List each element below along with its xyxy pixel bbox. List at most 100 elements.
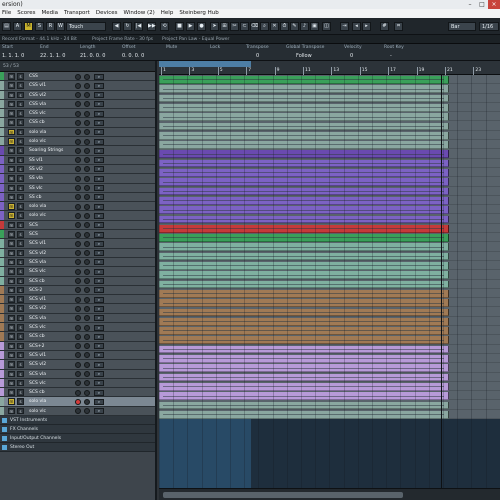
track-name[interactable]: CSS vl2 (29, 91, 46, 100)
info-root-key-value[interactable]: - (390, 53, 392, 59)
track-name[interactable]: SCS vlc (29, 379, 46, 388)
record-enable-icon[interactable] (75, 194, 81, 201)
track-name[interactable]: SCS (29, 230, 38, 239)
record-enable-icon[interactable] (75, 250, 81, 257)
track-row[interactable]: m s CSS vla e (0, 99, 155, 110)
folder-track[interactable]: Stereo Out (0, 442, 155, 452)
monitor-icon[interactable] (84, 73, 90, 80)
record-enable-icon[interactable] (75, 352, 81, 359)
track-name[interactable]: solo vlc (29, 211, 46, 220)
track-name[interactable]: CSS (29, 72, 38, 81)
track-row[interactable]: m s CSS e (0, 72, 155, 82)
edit-instrument-button[interactable]: e (94, 194, 104, 201)
monitor-icon[interactable] (84, 138, 90, 145)
folder-track[interactable]: VST Instruments (0, 415, 155, 425)
project-cursor[interactable] (441, 75, 442, 500)
record-enable-icon[interactable] (75, 296, 81, 303)
cycle-range[interactable] (159, 61, 251, 67)
loop-icon[interactable]: ⟲ (160, 22, 169, 31)
track-name[interactable]: CSS cb (29, 118, 45, 127)
track-name[interactable]: Soaring Strings (29, 146, 63, 155)
monitor-icon[interactable] (84, 110, 90, 117)
cycle-icon[interactable]: ↻ (123, 22, 132, 31)
edit-instrument-button[interactable]: e (94, 147, 104, 154)
monitor-icon[interactable] (84, 185, 90, 192)
record-enable-icon[interactable] (75, 333, 81, 340)
a-button[interactable]: A (13, 22, 22, 31)
record-enable-icon[interactable] (75, 371, 81, 377)
mute-button[interactable]: m (8, 82, 15, 89)
mute-button[interactable]: m (8, 203, 15, 210)
monitor-icon[interactable] (84, 259, 90, 266)
track-name[interactable]: SCS vla (29, 370, 46, 379)
record-enable-icon[interactable] (75, 147, 81, 154)
record-enable-icon[interactable] (75, 389, 81, 396)
mute-button[interactable]: m (8, 249, 15, 257)
track-row[interactable]: m s CSS vl2 e (0, 90, 155, 100)
edit-instrument-button[interactable]: e (94, 352, 104, 359)
monitor-icon[interactable] (84, 287, 90, 294)
solo-button[interactable]: s (17, 370, 24, 377)
solo-button[interactable]: s (17, 361, 24, 368)
monitor-icon[interactable] (84, 343, 90, 350)
mute-button[interactable]: m (8, 389, 15, 396)
menu-media[interactable]: Media (42, 9, 59, 18)
monitor-icon[interactable] (84, 129, 90, 136)
track-name[interactable]: solo vlc (29, 137, 46, 146)
mute-button[interactable]: m (8, 128, 15, 136)
record-enable-icon[interactable] (75, 222, 81, 229)
solo-button[interactable]: s (17, 305, 24, 312)
monitor-icon[interactable] (84, 166, 90, 173)
track-row[interactable]: m s SCS cb e (0, 276, 155, 286)
edit-instrument-button[interactable]: e (94, 268, 104, 275)
track-row[interactable]: m s SS vl1 e (0, 155, 155, 165)
grid-type-select[interactable]: Bar (448, 22, 476, 31)
forward-icon[interactable]: ▶▶ (147, 22, 156, 31)
grid-icon[interactable]: # (380, 22, 389, 31)
stop-icon[interactable]: ■ (175, 22, 184, 31)
monitor-icon[interactable] (84, 250, 90, 257)
mute-button[interactable]: m (8, 314, 15, 322)
edit-instrument-button[interactable]: e (94, 315, 104, 322)
record-enable-icon[interactable] (75, 278, 81, 285)
solo-button[interactable]: s (17, 110, 24, 117)
monitor-icon[interactable] (84, 101, 90, 108)
monitor-icon[interactable] (84, 119, 90, 126)
track-row[interactable]: m s SCS vl1 e (0, 350, 155, 361)
record-enable-icon[interactable] (75, 305, 81, 312)
edit-instrument-button[interactable]: e (94, 296, 104, 303)
record-enable-icon[interactable] (75, 203, 81, 210)
edit-instrument-button[interactable]: e (94, 389, 104, 396)
record-enable-icon[interactable] (75, 119, 81, 126)
monitor-icon[interactable] (84, 389, 90, 396)
monitor-icon[interactable] (84, 240, 90, 247)
glue-tool-icon[interactable]: ⊂ (240, 22, 249, 31)
edit-instrument-button[interactable]: e (94, 333, 104, 340)
info-velocity-value[interactable]: 0 (350, 53, 353, 59)
solo-button[interactable]: s (17, 249, 24, 257)
write-icon[interactable]: W (56, 22, 65, 31)
solo-button[interactable]: s (17, 100, 24, 108)
solo-button[interactable]: s (17, 389, 24, 396)
solo-button[interactable]: s (17, 231, 24, 238)
menu-scores[interactable]: Scores (17, 9, 35, 18)
track-name[interactable]: SS vl2 (29, 165, 43, 174)
record-enable-icon[interactable] (75, 398, 81, 405)
monitor-icon[interactable] (84, 371, 90, 377)
track-row[interactable]: m s solo vlc e (0, 211, 155, 221)
arrange-window[interactable] (159, 75, 500, 500)
solo-button[interactable]: s (17, 175, 24, 182)
edit-instrument-button[interactable]: e (94, 380, 104, 387)
snap-icon[interactable]: ◫ (322, 22, 331, 31)
snap-mode-icon[interactable]: ⌗ (394, 22, 403, 31)
timeline-ruler[interactable]: 135791113151719212325 (159, 61, 500, 75)
folder-track[interactable]: FX Channels (0, 424, 155, 434)
track-row[interactable]: m s SCS vl1 e (0, 295, 155, 305)
record-enable-icon[interactable] (75, 92, 81, 99)
info-start-value[interactable]: 1. 1. 1. 0 (2, 53, 24, 59)
solo-button[interactable]: s (17, 333, 24, 340)
monitor-icon[interactable] (84, 296, 90, 303)
track-row[interactable]: m s SCS vl1 e (0, 239, 155, 249)
horizontal-scrollbar[interactable] (159, 488, 500, 500)
solo-button[interactable]: s (17, 286, 24, 294)
